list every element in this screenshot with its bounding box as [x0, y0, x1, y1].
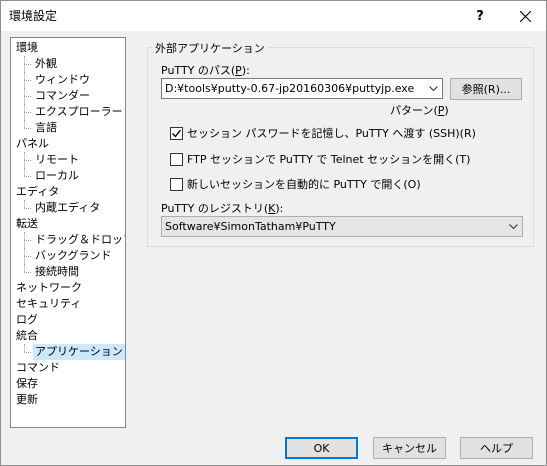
tree-connector	[24, 64, 31, 65]
checkbox-label: FTP セッションで PuTTY で Telnet セッションを開く(T)	[187, 153, 471, 166]
browse-button[interactable]: 参照(R)...	[450, 78, 522, 100]
tree-subitem[interactable]: ローカル	[33, 168, 81, 184]
window-title: 環境設定	[9, 9, 58, 23]
tree-category[interactable]: コマンド	[14, 360, 62, 376]
putty-path-combo[interactable]: D:¥tools¥putty-0.67-jp20160306¥puttyjp.e…	[161, 78, 443, 99]
tree-connector	[24, 168, 25, 176]
tree-category[interactable]: パネル	[14, 136, 51, 152]
chevron-down-icon[interactable]	[505, 217, 522, 236]
putty-path-value: D:¥tools¥putty-0.67-jp20160306¥puttyjp.e…	[165, 82, 415, 95]
preferences-tree[interactable]: 環境 外観 ウィンドウ コマンダー エクスプローラー 言語 パネル リモート ローカル エディタ内…	[10, 37, 126, 428]
tree-subitem[interactable]: 内蔵エディタ	[33, 200, 102, 216]
tree-subitem[interactable]: アプリケーション	[33, 344, 125, 360]
tree-subitem[interactable]: 外観	[33, 56, 59, 72]
tree-connector	[24, 104, 25, 120]
tree-category[interactable]: 転送	[14, 216, 40, 232]
tree-category[interactable]: 環境	[14, 40, 40, 56]
checkbox-box[interactable]	[170, 177, 183, 191]
help-titlebar-button[interactable]: ?	[459, 1, 501, 31]
tree-category[interactable]: 保存	[14, 376, 40, 392]
tree-connector	[24, 56, 25, 72]
tree-connector	[24, 208, 31, 209]
group-title: 外部アプリケーション	[152, 40, 268, 56]
tree-subitem[interactable]: ウィンドウ	[33, 72, 92, 88]
tree-connector	[24, 176, 31, 177]
tree-connector	[24, 88, 25, 104]
tree-category[interactable]: セキュリティ	[14, 296, 83, 312]
tree-connector	[24, 256, 31, 257]
tree-connector	[24, 112, 31, 113]
checkmark-icon	[172, 129, 182, 138]
tree-subitem[interactable]: ドラッグ＆ドロップ	[33, 232, 125, 248]
tree-connector	[24, 352, 31, 353]
tree-connector	[24, 264, 25, 272]
tree-subitem[interactable]: 接続時間	[33, 264, 81, 280]
tree-subitem[interactable]: コマンダー	[33, 88, 92, 104]
help-icon: ?	[476, 8, 484, 24]
tree-connector	[24, 120, 25, 128]
tree-connector	[24, 344, 25, 352]
checkbox-label: セッション パスワードを記憶し、PuTTY へ渡す (SSH)(R)	[187, 127, 476, 140]
registry-combo[interactable]: Software¥SimonTatham¥PuTTY	[161, 216, 523, 237]
tree-category[interactable]: 統合	[14, 328, 40, 344]
tree-subitem[interactable]: 言語	[33, 120, 59, 136]
cancel-button[interactable]: キャンセル	[373, 437, 446, 459]
tree-connector	[24, 152, 25, 168]
tree-connector	[24, 232, 25, 248]
tree-category[interactable]: ネットワーク	[14, 280, 84, 296]
tree-connector	[24, 72, 25, 88]
close-button[interactable]	[504, 1, 546, 31]
tree-connector	[24, 80, 31, 81]
checkbox-box[interactable]	[170, 152, 183, 166]
chevron-down-icon[interactable]	[425, 79, 442, 98]
tree-subitem[interactable]: リモート	[33, 152, 81, 168]
tree-subitem[interactable]: エクスプローラー	[33, 104, 125, 120]
checkbox-label: 新しいセッションを自動的に PuTTY で開く(O)	[187, 178, 421, 191]
putty-path-label: PuTTY のパス(P):	[161, 64, 250, 77]
tree-connector	[24, 272, 31, 273]
preferences-dialog: 環境設定 ? 環境 外観 ウィンドウ コマンダー エクスプローラー 言語 パネル リモート ロー…	[0, 0, 547, 466]
checkbox-auto-open[interactable]: 新しいセッションを自動的に PuTTY で開く(O)	[170, 176, 421, 192]
tree-connector	[24, 240, 31, 241]
tree-category[interactable]: ログ	[14, 312, 40, 328]
tree-connector	[24, 160, 31, 161]
help-button[interactable]: ヘルプ	[460, 437, 533, 459]
checkbox-remember-password[interactable]: セッション パスワードを記憶し、PuTTY へ渡す (SSH)(R)	[170, 125, 476, 141]
ok-button[interactable]: OK	[285, 437, 358, 459]
pattern-link[interactable]: パターン(P)	[390, 102, 449, 118]
tree-connector	[24, 128, 31, 129]
tree-category[interactable]: エディタ	[14, 184, 61, 200]
checkbox-box[interactable]	[170, 126, 183, 140]
registry-label: PuTTY のレジストリ(K):	[161, 202, 284, 215]
close-icon	[519, 10, 531, 22]
tree-connector	[24, 248, 25, 264]
registry-value: Software¥SimonTatham¥PuTTY	[165, 220, 336, 233]
title-bar[interactable]: 環境設定 ?	[1, 1, 546, 31]
tree-connector	[24, 200, 25, 208]
tree-subitem[interactable]: バックグランド	[33, 248, 114, 264]
tree-category[interactable]: 更新	[14, 392, 40, 408]
tree-connector	[24, 96, 31, 97]
checkbox-ftp-telnet[interactable]: FTP セッションで PuTTY で Telnet セッションを開く(T)	[170, 151, 470, 167]
